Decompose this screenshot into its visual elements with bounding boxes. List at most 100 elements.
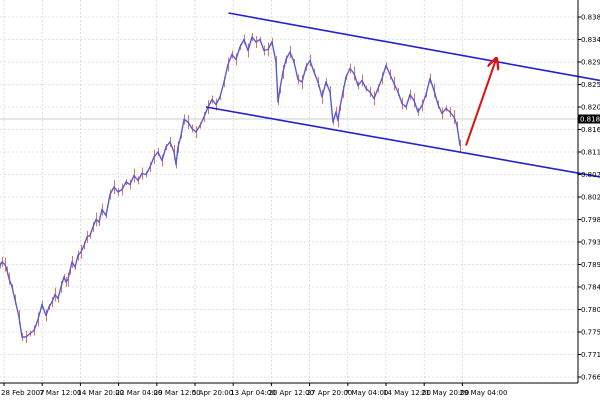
price-point — [456, 124, 458, 127]
price-point — [297, 78, 299, 81]
price-point — [1, 261, 3, 263]
price-point — [165, 146, 167, 148]
price-point — [51, 301, 53, 303]
price-point — [153, 156, 155, 158]
price-point — [337, 119, 339, 122]
x-tick-label: 29 May 04:00 — [459, 389, 507, 397]
price-point — [92, 226, 94, 228]
price-point — [177, 146, 179, 148]
y-tick-label: 0.7845 — [581, 284, 600, 292]
chart-background — [0, 0, 600, 400]
price-point — [357, 84, 359, 87]
price-point — [8, 277, 10, 280]
x-tick-label: 5 Apr 20:00 — [192, 389, 233, 397]
price-point — [263, 49, 265, 52]
price-point — [259, 38, 261, 41]
price-point — [57, 297, 59, 300]
price-point — [67, 278, 69, 281]
price-point — [255, 41, 257, 43]
x-tick-label: 7 Mar 12:00 — [39, 389, 81, 397]
y-tick-label: 0.8340 — [581, 36, 600, 44]
price-point — [80, 251, 82, 253]
price-point — [45, 314, 47, 317]
price-point — [271, 41, 273, 43]
price-point — [445, 107, 447, 110]
price-point — [191, 127, 193, 130]
y-tick-label: 0.8070 — [581, 171, 600, 179]
price-point — [95, 218, 97, 221]
price-point — [425, 93, 427, 96]
price-point — [345, 76, 347, 78]
price-point — [247, 49, 249, 52]
price-point — [219, 96, 221, 98]
price-point — [25, 336, 27, 338]
price-point — [289, 51, 291, 53]
price-point — [71, 261, 73, 263]
price-point — [161, 159, 163, 162]
price-point — [11, 286, 13, 288]
price-point — [441, 112, 443, 115]
price-point — [145, 173, 147, 176]
y-tick-label: 0.8205 — [581, 104, 600, 112]
price-point — [223, 81, 225, 83]
price-point — [121, 188, 123, 191]
price-point — [29, 332, 31, 335]
price-point — [69, 269, 71, 272]
price-point — [339, 106, 341, 108]
y-tick-label: 0.8115 — [581, 149, 600, 157]
price-point — [385, 64, 387, 67]
price-point — [282, 71, 284, 73]
price-point — [173, 151, 175, 153]
price-point — [279, 87, 281, 90]
price-point — [199, 124, 201, 127]
price-point — [215, 103, 217, 106]
price-point — [18, 316, 20, 318]
price-point — [267, 48, 269, 51]
price-point — [433, 89, 435, 92]
price-point — [417, 111, 419, 113]
price-point — [195, 131, 197, 133]
price-point — [317, 81, 319, 83]
price-point — [405, 106, 407, 108]
price-point — [393, 82, 395, 85]
price-point — [74, 266, 76, 268]
price-point — [321, 96, 323, 98]
current-price-label: 0.8181 — [580, 116, 600, 124]
price-point — [54, 293, 56, 296]
price-point — [301, 81, 303, 83]
price-point — [149, 166, 151, 168]
price-point — [369, 91, 371, 93]
price-point — [325, 81, 327, 83]
y-tick-label: 0.7710 — [581, 351, 600, 359]
price-point — [243, 38, 245, 41]
price-point — [349, 67, 351, 70]
price-point — [251, 36, 253, 38]
price-point — [41, 303, 43, 306]
y-tick-label: 0.8160 — [581, 126, 600, 134]
price-point — [14, 298, 16, 301]
y-tick-label: 0.7800 — [581, 306, 600, 314]
price-point — [129, 183, 131, 186]
price-point — [353, 72, 355, 75]
price-point — [401, 102, 403, 105]
price-point — [421, 104, 423, 107]
price-point — [332, 121, 334, 123]
price-point — [60, 286, 62, 288]
price-point — [117, 191, 119, 193]
price-point — [239, 46, 241, 48]
price-point — [6, 269, 8, 272]
price-point — [313, 71, 315, 73]
price-point — [180, 134, 182, 137]
price-point — [275, 61, 277, 63]
price-point — [109, 193, 111, 196]
price-point — [377, 87, 379, 90]
price-point — [361, 79, 363, 82]
price-point — [4, 263, 6, 266]
price-point — [48, 306, 50, 308]
price-point — [157, 151, 159, 153]
price-point — [342, 91, 344, 93]
y-tick-label: 0.7665 — [581, 374, 600, 382]
price-point — [227, 63, 229, 66]
price-point — [63, 276, 65, 278]
price-point — [33, 329, 35, 332]
